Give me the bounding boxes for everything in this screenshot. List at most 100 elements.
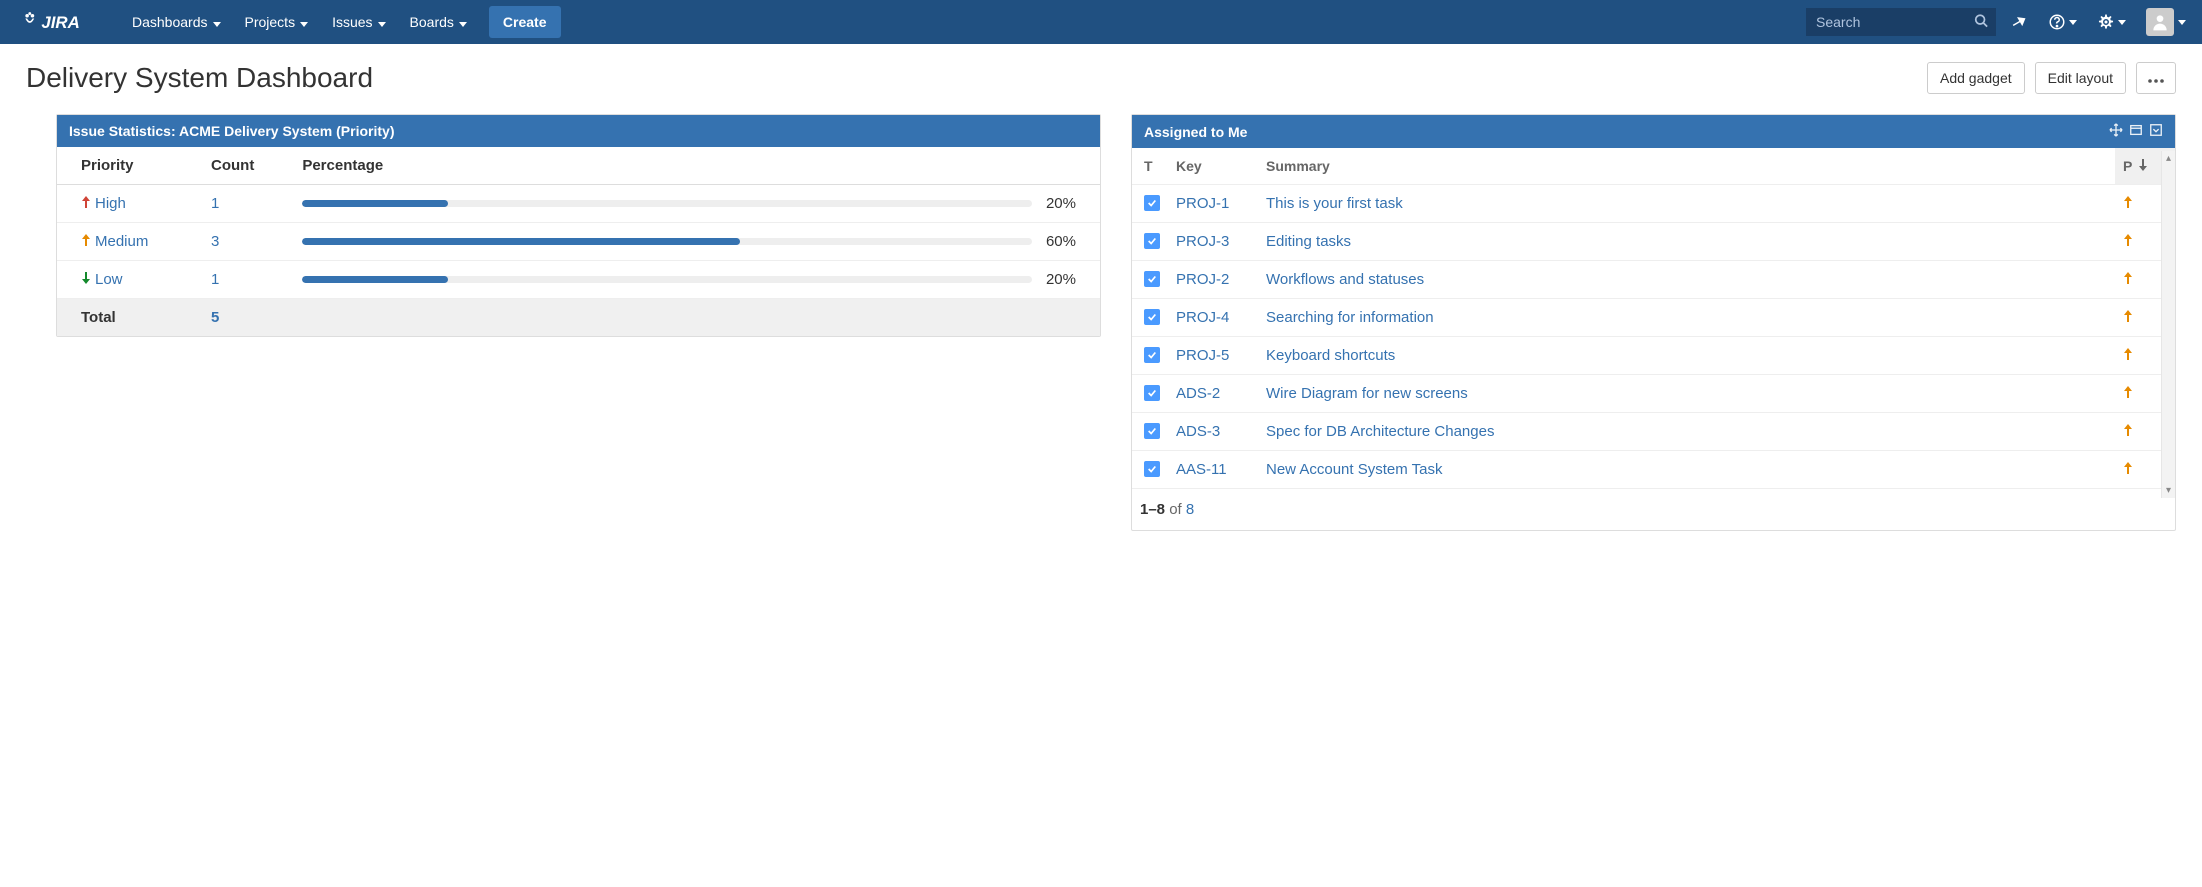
col-key[interactable]: Key (1168, 148, 1258, 185)
priority-arrow-icon (81, 271, 91, 288)
issue-summary-link[interactable]: Keyboard shortcuts (1266, 347, 1395, 364)
nav-dashboards[interactable]: Dashboards (120, 0, 233, 44)
col-percentage: Percentage (278, 147, 1100, 185)
scroll-down-icon[interactable]: ▾ (2166, 483, 2171, 498)
pager-total-link[interactable]: 8 (1186, 501, 1194, 518)
issue-key-link[interactable]: AAS-11 (1176, 461, 1227, 478)
issue-key-link[interactable]: PROJ-4 (1176, 309, 1229, 326)
issue-summary-link[interactable]: Spec for DB Architecture Changes (1266, 423, 1494, 440)
issue-summary-link[interactable]: This is your first task (1266, 195, 1403, 212)
priority-link[interactable]: High (95, 195, 126, 212)
priority-icon (2123, 385, 2133, 402)
col-priority: Priority (57, 147, 187, 185)
priority-icon (2123, 461, 2133, 478)
feedback-icon[interactable] (2004, 7, 2034, 37)
total-label: Total (57, 299, 187, 337)
header-actions: Add gadget Edit layout (1927, 62, 2176, 94)
dashboard-col-right: Assigned to Me T Ke (1131, 114, 2176, 531)
ellipsis-icon (2147, 70, 2165, 86)
dashboard-grid: Issue Statistics: ACME Delivery System (… (0, 104, 2202, 551)
caret-down-icon (213, 14, 221, 30)
dropdown-icon[interactable] (2149, 123, 2163, 140)
caret-down-icon (378, 14, 386, 30)
nav-label: Projects (245, 14, 296, 30)
search-wrapper (1806, 8, 1996, 36)
issue-key-link[interactable]: PROJ-2 (1176, 271, 1229, 288)
top-nav: JIRA Dashboards Projects Issues Boards (0, 0, 2202, 44)
percentage-bar (302, 200, 1032, 207)
assigned-to-me-gadget: Assigned to Me T Ke (1131, 114, 2176, 531)
priority-icon (2123, 195, 2133, 212)
col-priority-label: P (2123, 158, 2132, 174)
page-header: Delivery System Dashboard Add gadget Edi… (0, 44, 2202, 104)
nav-issues[interactable]: Issues (320, 0, 397, 44)
task-type-icon (1144, 271, 1160, 287)
percentage-label: 20% (1046, 195, 1076, 212)
assigned-row: AAS-11 New Account System Task (1132, 451, 2175, 489)
profile-menu[interactable] (2140, 2, 2192, 42)
assigned-row: ADS-2 Wire Diagram for new screens (1132, 375, 2175, 413)
jira-logo[interactable]: JIRA (20, 11, 100, 33)
issue-key-link[interactable]: PROJ-1 (1176, 195, 1229, 212)
page-title: Delivery System Dashboard (26, 62, 1927, 94)
more-actions-button[interactable] (2136, 62, 2176, 94)
priority-link[interactable]: Medium (95, 233, 148, 250)
count-link[interactable]: 1 (211, 195, 219, 212)
assigned-row: ADS-3 Spec for DB Architecture Changes (1132, 413, 2175, 451)
sort-desc-icon (2138, 158, 2148, 174)
pager: 1–8 of 8 (1132, 489, 2175, 530)
create-button[interactable]: Create (489, 6, 561, 38)
issue-summary-link[interactable]: Searching for information (1266, 309, 1434, 326)
stats-row: High 1 20% (57, 185, 1100, 223)
priority-icon (2123, 347, 2133, 364)
col-count: Count (187, 147, 278, 185)
edit-layout-button[interactable]: Edit layout (2035, 62, 2126, 94)
count-link[interactable]: 1 (211, 271, 219, 288)
pager-range: 1–8 (1140, 501, 1165, 518)
col-summary[interactable]: Summary (1258, 148, 2115, 185)
priority-arrow-icon (81, 195, 91, 212)
issue-summary-link[interactable]: Editing tasks (1266, 233, 1351, 250)
percentage-label: 60% (1046, 233, 1076, 250)
priority-link[interactable]: Low (95, 271, 123, 288)
stats-table: Priority Count Percentage High 1 20% Medium… (57, 147, 1100, 336)
gadget-header: Issue Statistics: ACME Delivery System (… (57, 115, 1100, 147)
priority-icon (2123, 271, 2133, 288)
priority-arrow-icon (81, 233, 91, 250)
nav-projects[interactable]: Projects (233, 0, 321, 44)
issue-summary-link[interactable]: New Account System Task (1266, 461, 1442, 478)
nav-label: Dashboards (132, 14, 208, 30)
gadget-controls (2109, 123, 2163, 140)
task-type-icon (1144, 195, 1160, 211)
assigned-row: PROJ-3 Editing tasks (1132, 223, 2175, 261)
issue-key-link[interactable]: PROJ-5 (1176, 347, 1229, 364)
priority-icon (2123, 423, 2133, 440)
assigned-row: PROJ-4 Searching for information (1132, 299, 2175, 337)
issue-key-link[interactable]: ADS-3 (1176, 423, 1220, 440)
issue-summary-link[interactable]: Wire Diagram for new screens (1266, 385, 1468, 402)
help-icon[interactable] (2042, 7, 2083, 37)
move-icon[interactable] (2109, 123, 2123, 140)
issue-summary-link[interactable]: Workflows and statuses (1266, 271, 1424, 288)
issue-key-link[interactable]: ADS-2 (1176, 385, 1220, 402)
total-count-link[interactable]: 5 (211, 309, 219, 326)
scrollbar[interactable]: ▴ ▾ (2161, 151, 2175, 498)
col-type[interactable]: T (1132, 148, 1168, 185)
scroll-up-icon[interactable]: ▴ (2166, 151, 2171, 166)
assigned-row: PROJ-1 This is your first task (1132, 185, 2175, 223)
add-gadget-button[interactable]: Add gadget (1927, 62, 2025, 94)
minimize-icon[interactable] (2129, 123, 2143, 140)
search-icon (1974, 14, 1988, 31)
issue-key-link[interactable]: PROJ-3 (1176, 233, 1229, 250)
search-input[interactable] (1806, 8, 1996, 36)
count-link[interactable]: 3 (211, 233, 219, 250)
nav-boards[interactable]: Boards (398, 0, 479, 44)
task-type-icon (1144, 423, 1160, 439)
percentage-label: 20% (1046, 271, 1076, 288)
stats-total-row: Total 5 (57, 299, 1100, 337)
settings-icon[interactable] (2091, 7, 2132, 37)
nav-items: Dashboards Projects Issues Boards Create (120, 0, 1806, 44)
caret-down-icon (459, 14, 467, 30)
gadget-title: Assigned to Me (1144, 124, 2109, 140)
priority-icon (2123, 233, 2133, 250)
